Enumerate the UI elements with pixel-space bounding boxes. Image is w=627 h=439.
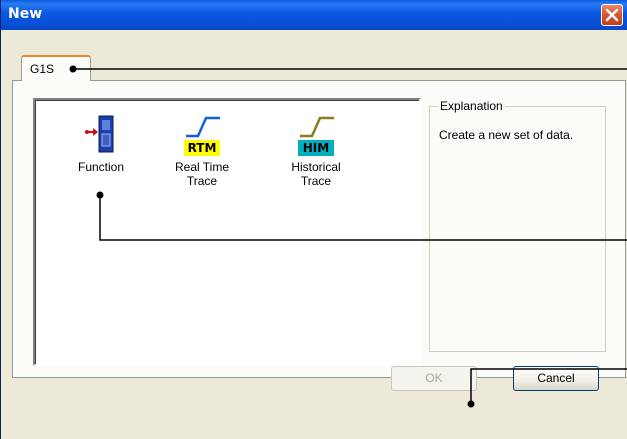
list-item-historical-trace[interactable]: HIM Historical Trace <box>271 114 361 188</box>
item-label: Historical <box>291 160 341 174</box>
item-label-2: Trace <box>300 174 332 188</box>
item-label: Function <box>77 160 125 174</box>
title-bar[interactable]: New <box>1 0 627 30</box>
function-icon <box>83 114 119 156</box>
explanation-caption: Explanation <box>438 99 505 113</box>
rtm-badge-text: RTM <box>187 141 217 155</box>
tab-g1s[interactable]: G1S <box>21 55 91 81</box>
him-trace-icon: HIM <box>298 114 334 156</box>
item-label-2: Trace <box>186 174 218 188</box>
close-icon <box>605 8 619 22</box>
rtm-trace-icon: RTM <box>184 114 220 156</box>
new-dialog: New G1S Function RTM Real Time Trace HIM… <box>0 0 627 439</box>
close-button[interactable] <box>601 4 623 26</box>
him-badge-text: HIM <box>302 141 330 155</box>
explanation-text: Create a new set of data. <box>439 128 574 142</box>
explanation-group <box>429 106 606 352</box>
tab-label: G1S <box>30 62 55 76</box>
list-item-function[interactable]: Function <box>56 114 146 174</box>
ok-button[interactable]: OK <box>391 366 477 391</box>
cancel-button[interactable]: Cancel <box>513 366 599 391</box>
item-label: Real Time <box>174 160 230 174</box>
list-item-real-time-trace[interactable]: RTM Real Time Trace <box>157 114 247 188</box>
window-title: New <box>8 6 43 22</box>
